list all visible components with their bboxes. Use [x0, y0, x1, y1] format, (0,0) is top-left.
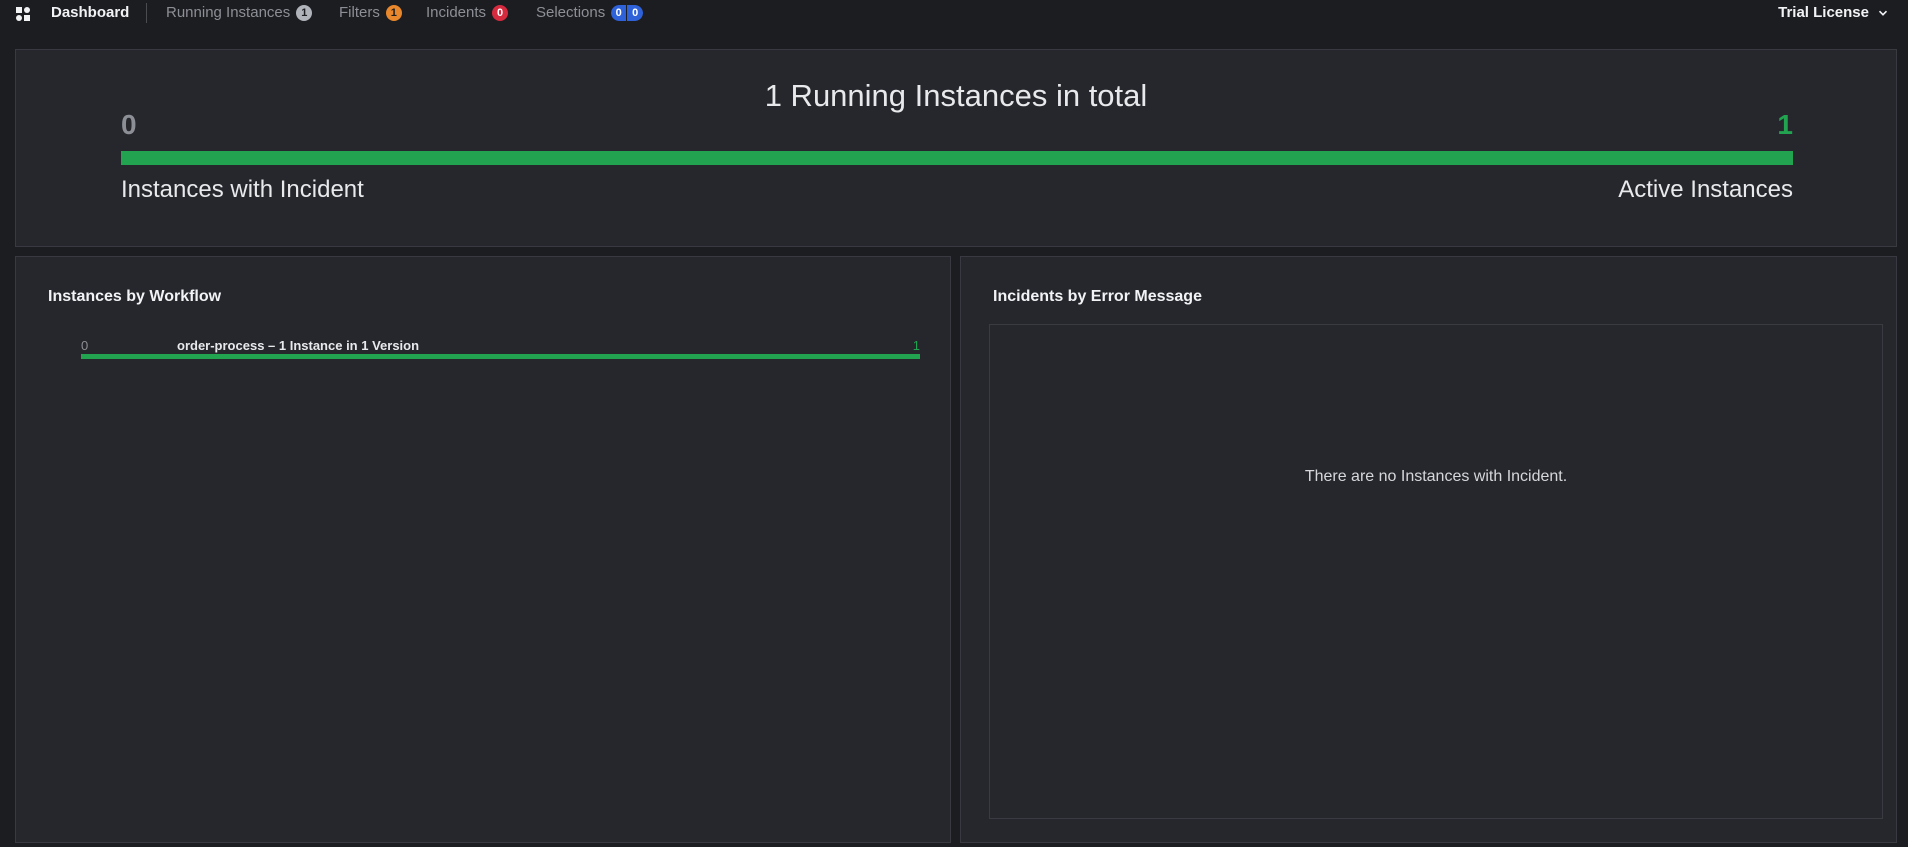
selections-badge-group: 0 0 — [611, 5, 644, 21]
nav-running-label: Running Instances — [166, 4, 291, 21]
nav-incidents[interactable]: Incidents 0 — [426, 3, 509, 23]
workflow-active-fill — [81, 354, 920, 359]
workflow-progress-bar — [81, 354, 920, 359]
incident-instances-label[interactable]: Instances with Incident — [121, 176, 364, 204]
nav-dashboard[interactable]: Dashboard — [51, 3, 129, 23]
nav-running-instances[interactable]: Running Instances 1 — [166, 3, 313, 23]
incidents-panel-title: Incidents by Error Message — [993, 288, 1202, 305]
nav-incidents-label: Incidents — [426, 4, 487, 21]
incidents-count-badge: 0 — [492, 5, 509, 21]
incident-instances-count[interactable]: 0 — [121, 109, 137, 141]
incidents-empty-state: There are no Instances with Incident. — [989, 324, 1883, 819]
active-bar-fill — [121, 151, 1793, 165]
active-instances-count[interactable]: 1 — [1777, 109, 1793, 141]
filters-count-badge: 1 — [385, 5, 402, 21]
license-label: Trial License — [1778, 4, 1869, 21]
workflow-incident-count: 0 — [81, 338, 89, 353]
license-dropdown[interactable]: Trial License — [1778, 3, 1888, 23]
nav-selections[interactable]: Selections 0 0 — [536, 3, 644, 23]
chevron-down-icon — [1878, 10, 1888, 16]
metric-panel: 1 Running Instances in total 0 1 Instanc… — [15, 49, 1897, 247]
empty-state-message: There are no Instances with Incident. — [1304, 468, 1568, 485]
workflow-panel-title: Instances by Workflow — [48, 288, 222, 305]
workflow-panel: Instances by Workflow 0 order-process – … — [15, 256, 951, 843]
total-instances-title[interactable]: 1 Running Instances in total — [16, 78, 1896, 114]
incidents-panel: Incidents by Error Message There are no … — [960, 256, 1897, 843]
workflow-name: order-process – 1 Instance in 1 Version — [177, 338, 420, 353]
top-nav: Dashboard Running Instances 1 Filters 1 … — [0, 0, 1908, 30]
nav-filters-label: Filters — [339, 4, 380, 21]
selections-instances-badge: 0 — [627, 5, 644, 21]
selections-count-badge: 0 — [611, 5, 628, 21]
instances-progress-bar — [121, 151, 1793, 165]
logo-icon[interactable] — [15, 6, 31, 22]
workflow-row[interactable]: 0 order-process – 1 Instance in 1 Versio… — [81, 338, 920, 368]
workflow-active-count: 1 — [912, 338, 920, 353]
nav-divider — [146, 3, 147, 23]
active-instances-label[interactable]: Active Instances — [1618, 176, 1793, 204]
nav-filters[interactable]: Filters 1 — [339, 3, 402, 23]
nav-selections-label: Selections — [536, 4, 606, 21]
running-count-badge: 1 — [296, 5, 313, 21]
